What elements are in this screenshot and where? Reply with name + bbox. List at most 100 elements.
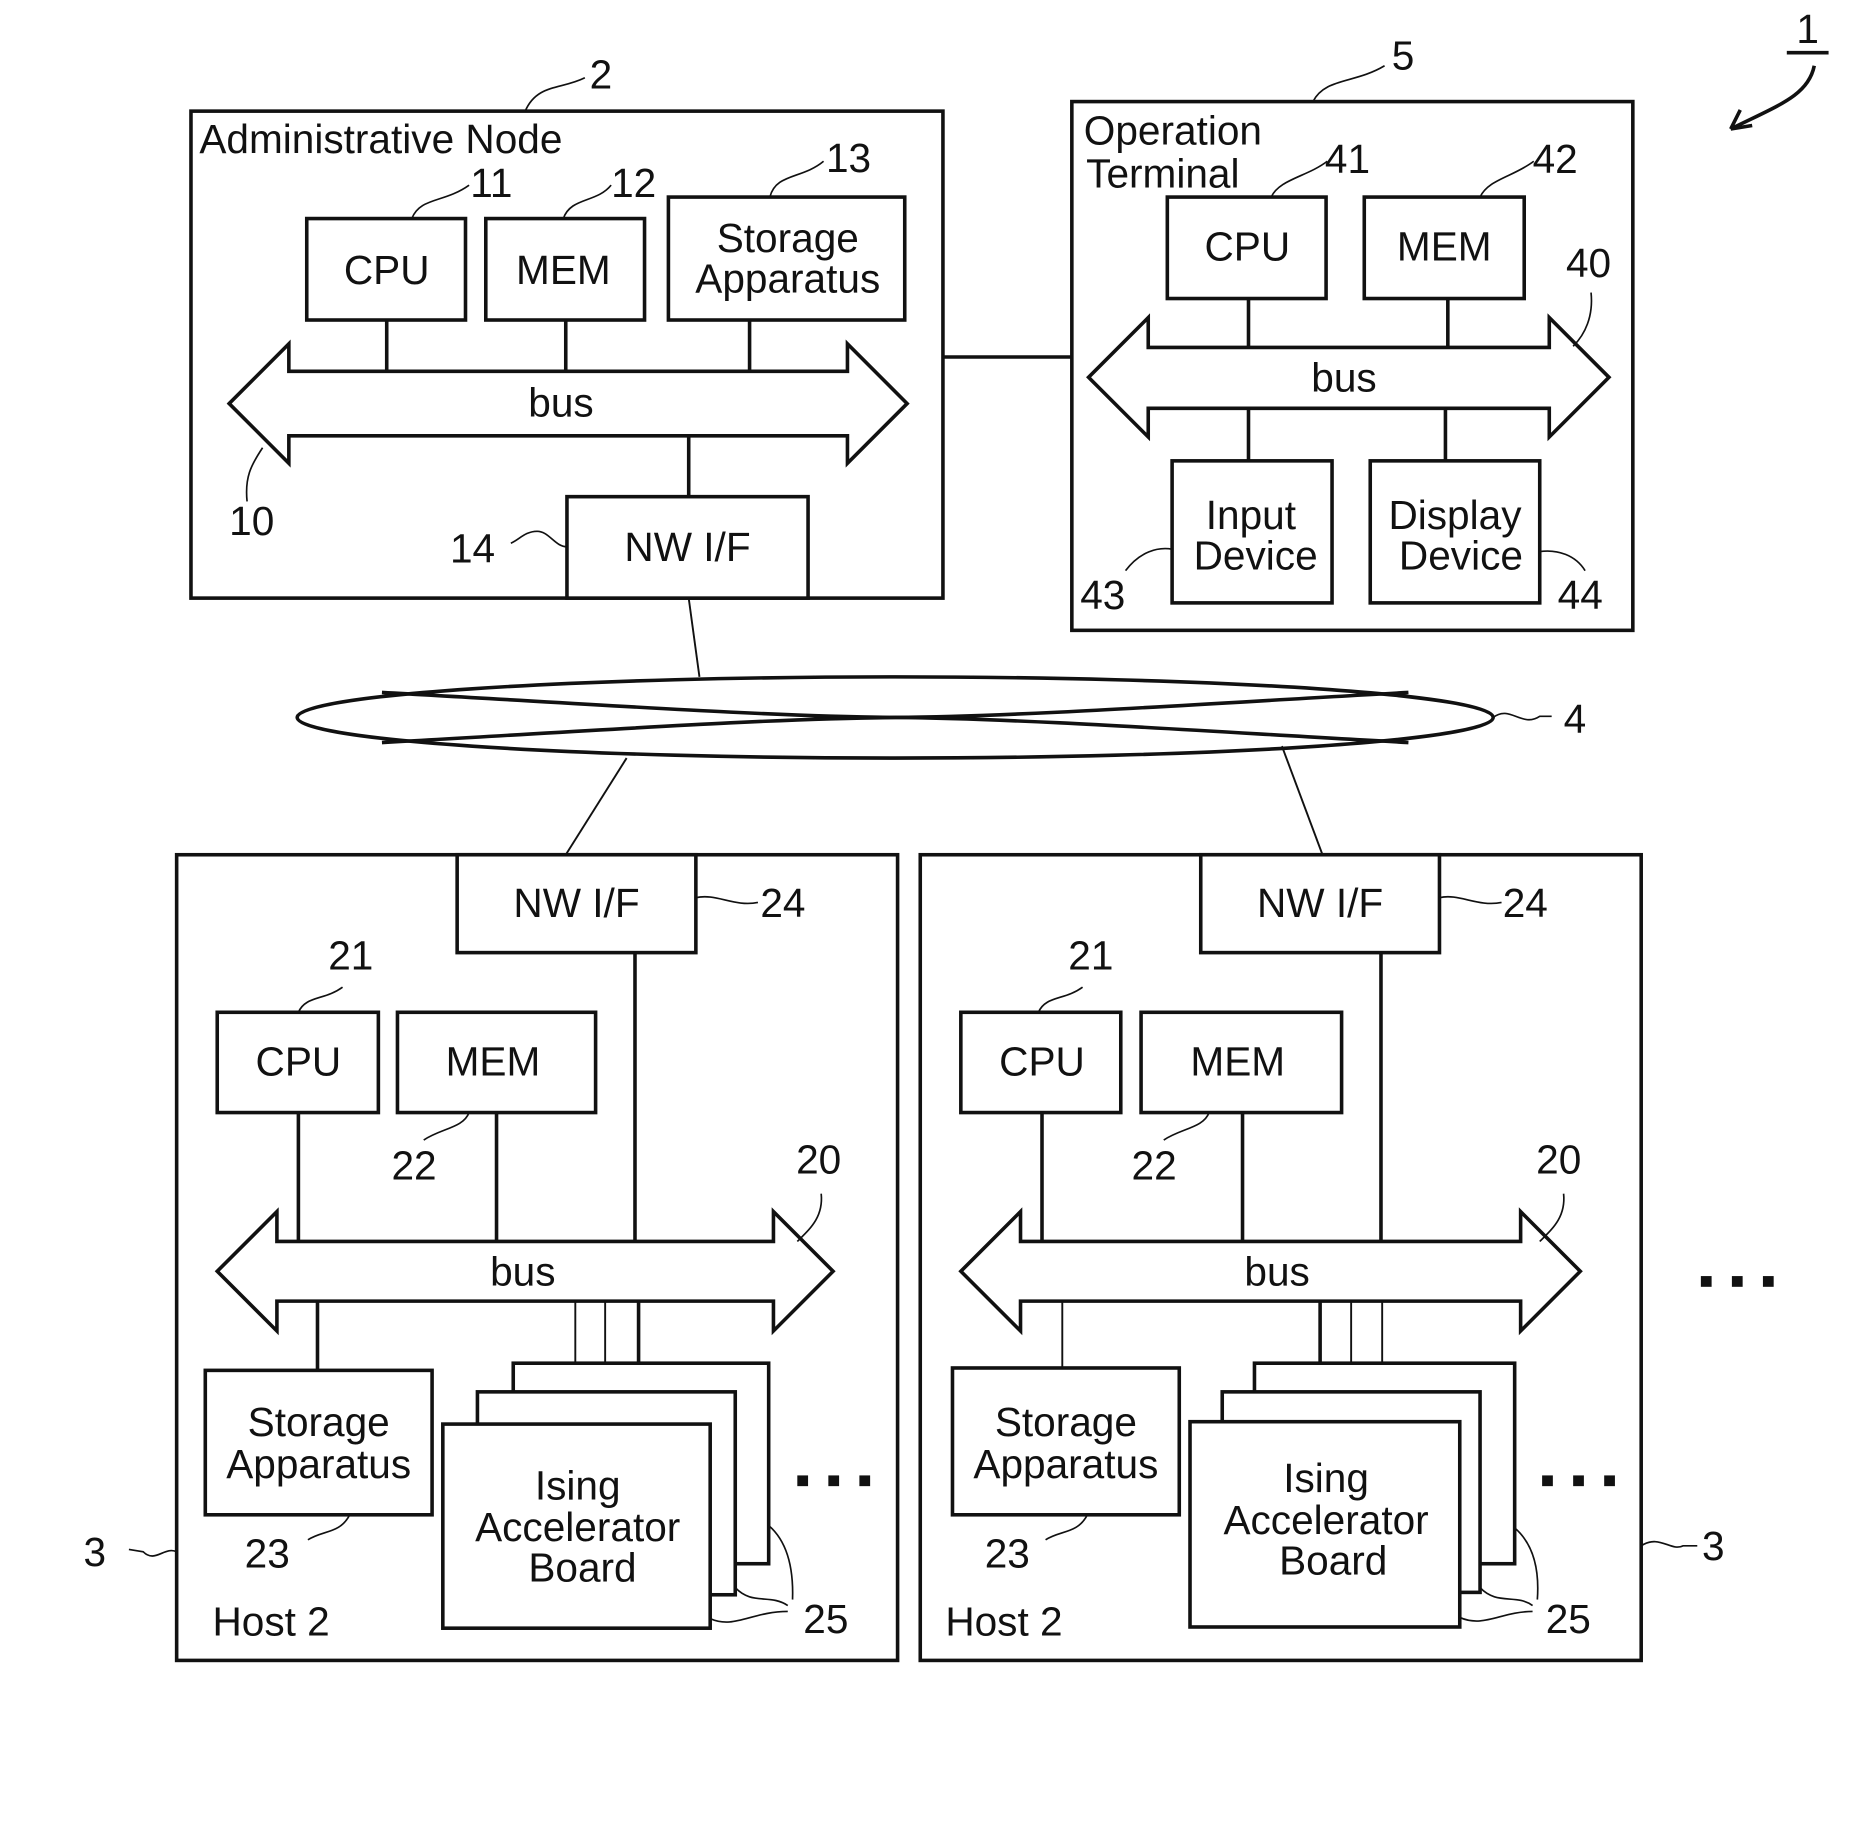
host2-mem-ref-leader [1163,1112,1210,1141]
host1-bus-label: bus [490,1249,555,1295]
ellipsis-dot [797,1475,809,1487]
terminal-bus-ref: 40 [1566,240,1611,286]
network-ref-leader [1492,712,1552,721]
host1-cpu-ref-leader [297,986,344,1013]
operation-terminal: Operation Terminal 5 CPU 41 MEM 42 bus 4… [1070,32,1635,633]
host2-board-label-1: Ising [1283,1455,1369,1501]
system-reference: 1 [1729,6,1829,131]
admin-nwif-label: NW I/F [624,524,750,570]
network-twist-1 [381,690,1409,720]
terminal-mem-ref: 42 [1533,136,1578,182]
host2-mem-label: MEM [1190,1039,1285,1085]
terminal-cpu-ref-leader [1270,160,1328,198]
host1-board-ref-leader-3 [709,1610,788,1623]
admin-storage-label-2: Apparatus [695,256,880,302]
host2-board-ref-leader-2 [1479,1587,1534,1607]
admin-storage-label-1: Storage [717,215,859,261]
admin-bus-ref-leader [245,447,264,502]
terminal-input-label-2: Device [1194,532,1318,578]
admin-cpu-ref: 11 [470,160,512,206]
terminal-bus-label: bus [1311,355,1376,401]
host2-board-label-3: Board [1279,1537,1387,1583]
terminal-cpu-label: CPU [1204,223,1290,269]
ellipsis-dot [1762,1276,1774,1287]
more-hosts-ellipsis [1700,1276,1774,1287]
host2-board-ref: 25 [1546,1596,1591,1642]
host1-board-label-1: Ising [535,1462,621,1508]
host2-storage-label-1: Storage [995,1399,1137,1445]
terminal-display-label-2: Device [1399,532,1523,578]
host2-bus-ref: 20 [1536,1136,1581,1182]
host2-cpu-label: CPU [999,1039,1085,1085]
terminal-cpu-ref: 41 [1325,136,1370,182]
host1-title: Host 2 [212,1598,329,1644]
host1-mem-ref-leader [423,1112,470,1141]
host2-nwif-ref-leader [1439,895,1502,905]
admin-network-link [687,597,701,678]
host1-nwif-ref-leader [695,895,759,905]
host2-bus-label: bus [1244,1249,1309,1295]
ellipsis-dot [1604,1475,1615,1487]
admin-bus-label: bus [528,380,593,426]
host1-storage-ref: 23 [245,1530,290,1576]
host-2: Host 2 3 NW I/F 24 CPU 21 MEM 22 bus 20 … [918,852,1725,1663]
network: 4 [295,597,1586,856]
host2-more-boards-ellipsis [1542,1475,1615,1487]
terminal-input-ref-leader [1124,547,1173,572]
administrative-node: Administrative Node 2 CPU 11 MEM 12 Stor… [189,51,945,600]
system-ref-number: 1 [1796,6,1819,52]
host1-nwif-ref: 24 [760,880,805,926]
terminal-display-ref: 44 [1558,572,1603,618]
terminal-title-1: Operation [1084,108,1262,154]
host1-nwif-label: NW I/F [513,880,639,926]
ellipsis-dot [1542,1475,1553,1487]
terminal-mem-label: MEM [1397,223,1492,269]
system-ref-arrow [1729,65,1817,131]
admin-cpu-ref-leader [411,184,470,219]
host2-ref-leader [1640,1540,1698,1548]
admin-node-ref: 2 [590,51,613,97]
terminal-ref: 5 [1392,32,1415,78]
ellipsis-dot [1731,1276,1743,1287]
host1-board-ref-leader-1 [768,1524,794,1600]
host1-storage-label-1: Storage [248,1399,390,1445]
host1-board-ref-leader-2 [734,1587,789,1607]
host2-storage-ref: 23 [985,1530,1030,1576]
terminal-display-label-1: Display [1388,492,1522,538]
host1-board-ref: 25 [803,1596,848,1642]
admin-storage-ref-leader [769,160,825,198]
host1-bus-ref: 20 [796,1136,841,1182]
terminal-bus-ref-leader [1572,292,1593,347]
admin-storage-ref: 13 [826,135,871,181]
terminal-mem-ref-leader [1479,160,1535,198]
host2-ref: 3 [1702,1523,1725,1569]
admin-node-title: Administrative Node [199,116,562,162]
network-twist-2 [381,715,1409,745]
admin-mem-ref-leader [562,184,612,219]
ellipsis-dot [828,1475,840,1487]
terminal-input-ref: 43 [1080,572,1125,618]
host2-nwif-label: NW I/F [1257,880,1383,926]
host2-storage-label-2: Apparatus [973,1441,1158,1487]
host1-network-link [564,757,628,856]
system-diagram: 1 Administrative Node 2 CPU 11 MEM 12 St… [84,6,1829,1663]
host1-mem-ref: 22 [391,1142,436,1188]
host1-board-label-3: Board [528,1545,636,1591]
admin-mem-label: MEM [516,247,611,293]
admin-cpu-label: CPU [344,247,430,293]
host2-storage-ref-leader [1045,1514,1089,1541]
ellipsis-dot [1573,1475,1584,1487]
host1-mem-label: MEM [446,1039,541,1085]
host2-title: Host 2 [945,1598,1062,1644]
host1-ref: 3 [84,1529,107,1575]
admin-mem-ref: 12 [611,160,656,206]
terminal-ref-leader [1312,65,1385,102]
host2-board-ref-leader-3 [1459,1610,1533,1622]
admin-nwif-ref-leader [510,530,568,548]
host2-network-link [1281,745,1324,856]
host2-mem-ref: 22 [1132,1142,1177,1188]
admin-nwif-ref: 14 [450,525,495,571]
admin-node-ref-leader [524,76,586,112]
host-1: Host 2 3 NW I/F 24 CPU 21 MEM 22 bus 20 … [84,852,900,1663]
ellipsis-dot [1700,1276,1712,1287]
